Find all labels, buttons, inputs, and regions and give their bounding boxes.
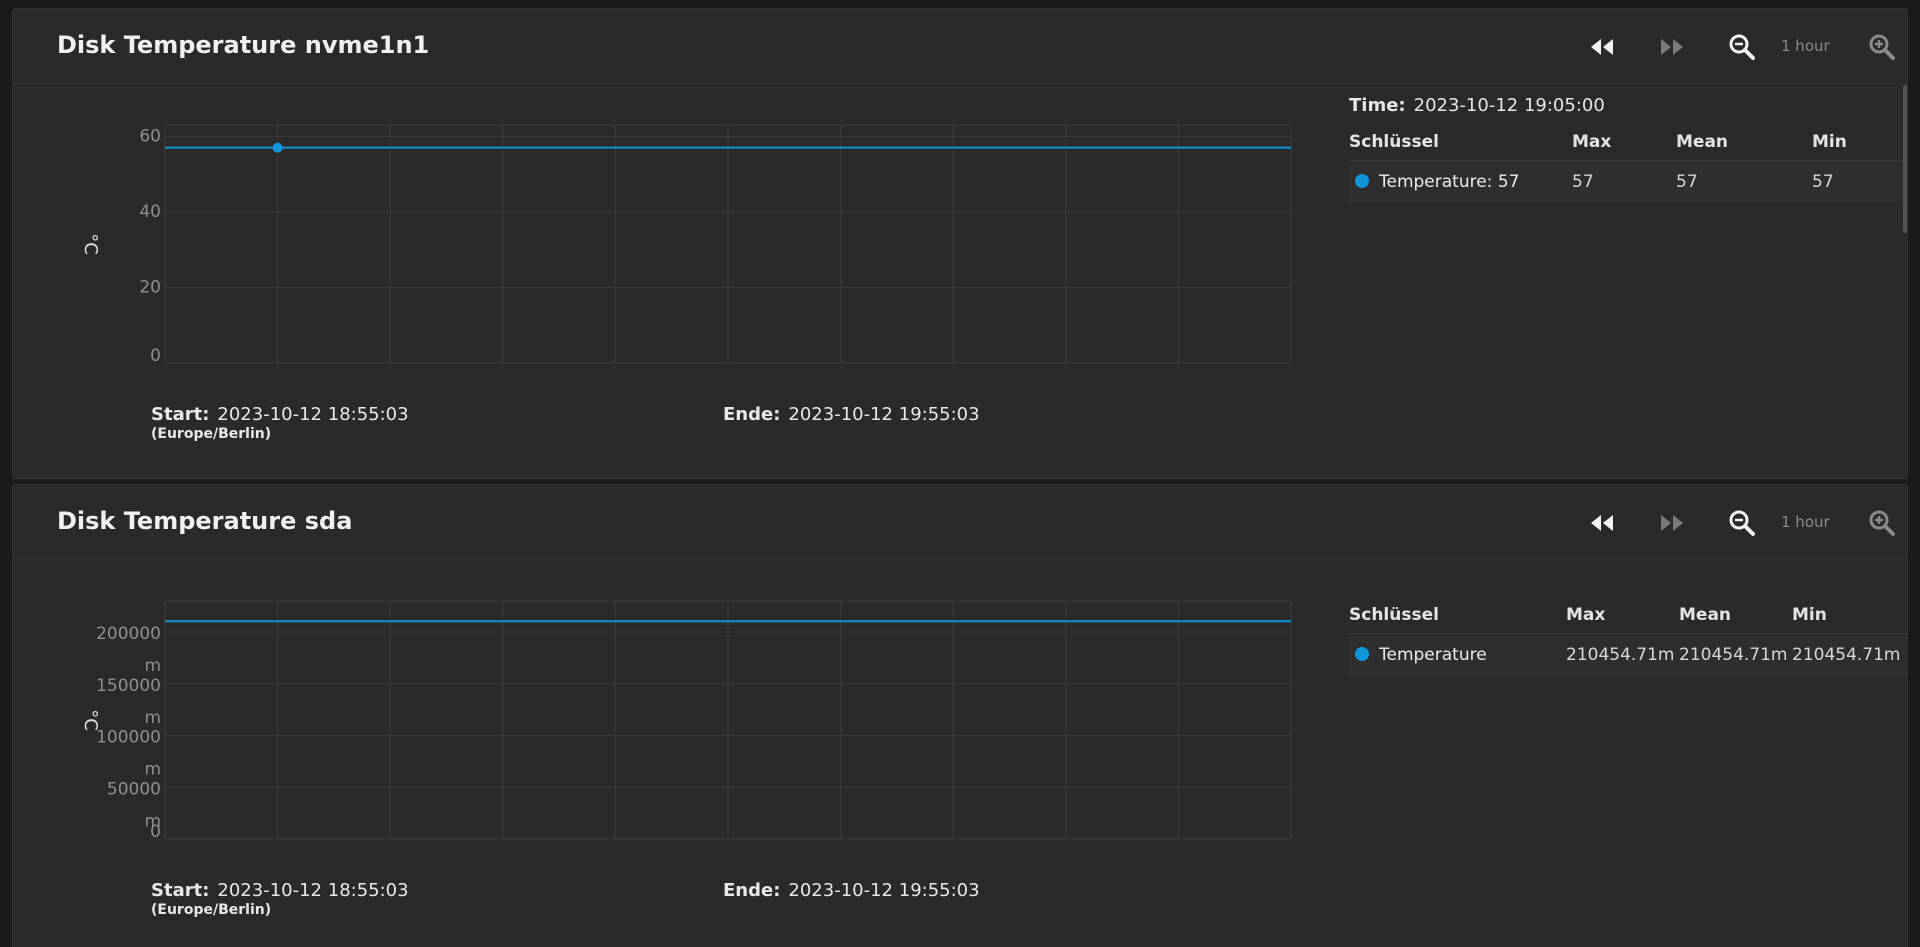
card-header: Disk Temperature nvme1n1 1 hour (13, 9, 1907, 84)
start-value: 2023-10-12 18:55:03 (217, 404, 409, 425)
grid (164, 124, 1292, 364)
legend-column-header[interactable]: Min (1812, 124, 1907, 161)
legend-mean-cell: 57 (1676, 160, 1812, 203)
legend-column-header[interactable]: Mean (1676, 124, 1812, 161)
y-tick-label: 0 (150, 346, 161, 366)
start-value: 2023-10-12 18:55:03 (217, 880, 409, 901)
y-tick-label: 200000 m (96, 624, 161, 676)
end-label: Ende: (723, 880, 781, 901)
zoom-in-icon (1867, 33, 1897, 61)
legend-key-cell: Temperature (1349, 633, 1566, 676)
zoom-in-button[interactable] (1867, 33, 1897, 61)
chart-card: Disk Temperature nvme1n11 hour020406019:… (12, 8, 1908, 479)
start-label: Start: (151, 880, 210, 901)
zoom-out-icon (1727, 33, 1757, 61)
legend-column-header[interactable]: Mean (1679, 597, 1792, 634)
y-tick-label: 40 (139, 202, 161, 222)
fast-forward-button[interactable] (1657, 33, 1687, 61)
end-label: Ende: (723, 404, 781, 425)
time-controls: 1 hour (1527, 485, 1907, 559)
hover-point (272, 142, 283, 153)
rewind-icon (1587, 509, 1617, 537)
start-label: Start: (151, 404, 210, 425)
legend-mean-cell: 210454.71m (1679, 633, 1792, 676)
chart-svg: 050000m100000m150000m200000m19:0019:0519… (80, 600, 1292, 842)
y-tick-label: 150000 m (96, 676, 161, 728)
y-tick-label: 60 (139, 126, 161, 146)
legend-scrollbar[interactable] (1903, 85, 1907, 233)
time-value: 2023-10-12 19:05:00 (1413, 95, 1605, 116)
legend-column-header[interactable]: Min (1792, 597, 1907, 634)
range-start: Start: 2023-10-12 18:55:03 (Europe/Berlin) (151, 404, 409, 442)
legend-row[interactable]: Temperature: 57 57 57 57 (1349, 160, 1907, 203)
end-value: 2023-10-12 19:55:03 (788, 404, 980, 425)
timezone-label: (Europe/Berlin) (151, 426, 272, 442)
legend-key: Temperature: 57 (1379, 172, 1520, 192)
zoom-in-icon (1867, 509, 1897, 537)
y-tick-label: 50000 m (107, 779, 161, 831)
range-end: Ende: 2023-10-12 19:55:03 (723, 404, 980, 425)
series-color-icon (1355, 647, 1369, 661)
card-title: Disk Temperature sda (57, 507, 353, 535)
legend-min-cell: 57 (1812, 160, 1907, 203)
line-chart: 020406019:0019:0519:1019:1519:2019:2519:… (63, 109, 1303, 369)
zoom-out-button[interactable] (1727, 33, 1757, 61)
zoom-out-button[interactable] (1727, 509, 1757, 537)
legend-max-cell: 210454.71m (1566, 633, 1679, 676)
zoom-out-icon (1727, 509, 1757, 537)
range-label: 1 hour (1781, 37, 1830, 55)
rewind-button[interactable] (1587, 509, 1617, 537)
fast-forward-icon (1657, 509, 1687, 537)
legend-header-row: Schlüssel Max Mean Min (1349, 597, 1907, 634)
card-title: Disk Temperature nvme1n1 (57, 31, 430, 59)
legend-max-cell: 57 (1572, 160, 1676, 203)
series-color-icon (1355, 174, 1369, 188)
legend-time: Time: 2023-10-12 19:05:00 (1349, 95, 1907, 116)
time-label: Time: (1349, 95, 1406, 116)
range-end: Ende: 2023-10-12 19:55:03 (723, 880, 980, 901)
legend-table: Schlüssel Max Mean Min Temperature: 57 57 57 57 (1349, 124, 1907, 203)
legend-min-cell: 210454.71m (1792, 633, 1907, 676)
y-tick-label: 20 (139, 277, 161, 297)
y-axis-label: °C (80, 709, 101, 731)
end-value: 2023-10-12 19:55:03 (788, 880, 980, 901)
time-controls: 1 hour (1527, 9, 1907, 83)
rewind-button[interactable] (1587, 33, 1617, 61)
fast-forward-button[interactable] (1657, 509, 1687, 537)
y-axis-label: °C (80, 233, 101, 255)
rewind-icon (1587, 33, 1617, 61)
chart-card: Disk Temperature sda 1 hour 0 50000 m 100000 m… (12, 484, 1908, 947)
range-label: 1 hour (1781, 513, 1830, 531)
legend-column-header[interactable]: Schlüssel (1349, 597, 1566, 634)
range-start: Start: 2023-10-12 18:55:03 (Europe/Berlin) (151, 880, 409, 918)
y-tick-label: 100000 m (96, 728, 161, 780)
legend-key-cell: Temperature: 57 (1349, 160, 1572, 203)
legend-panel: Schlüssel Max Mean Min Temperature 210454.71m… (1349, 597, 1907, 676)
legend-row[interactable]: Temperature 210454.71m 210454.71m 210454.71… (1349, 633, 1907, 676)
legend-column-header[interactable]: Schlüssel (1349, 124, 1572, 161)
fast-forward-icon (1657, 33, 1687, 61)
legend-table: Schlüssel Max Mean Min Temperature 210454.71m… (1349, 597, 1907, 676)
legend-panel: Time: 2023-10-12 19:05:00 Schlüssel Max Mean… (1349, 95, 1907, 203)
legend-key: Temperature (1379, 645, 1487, 665)
line-chart: 050000m100000m150000m200000m19:0019:0519… (63, 585, 1303, 845)
zoom-in-button[interactable] (1867, 509, 1897, 537)
legend-header-row: Schlüssel Max Mean Min (1349, 124, 1907, 161)
legend-column-header[interactable]: Max (1572, 124, 1676, 161)
timezone-label: (Europe/Berlin) (151, 902, 272, 918)
chart-svg: 020406019:0019:0519:1019:1519:2019:2519:… (80, 124, 1292, 366)
card-header: Disk Temperature sda 1 hour (13, 485, 1907, 560)
legend-column-header[interactable]: Max (1566, 597, 1679, 634)
grid (164, 600, 1292, 840)
